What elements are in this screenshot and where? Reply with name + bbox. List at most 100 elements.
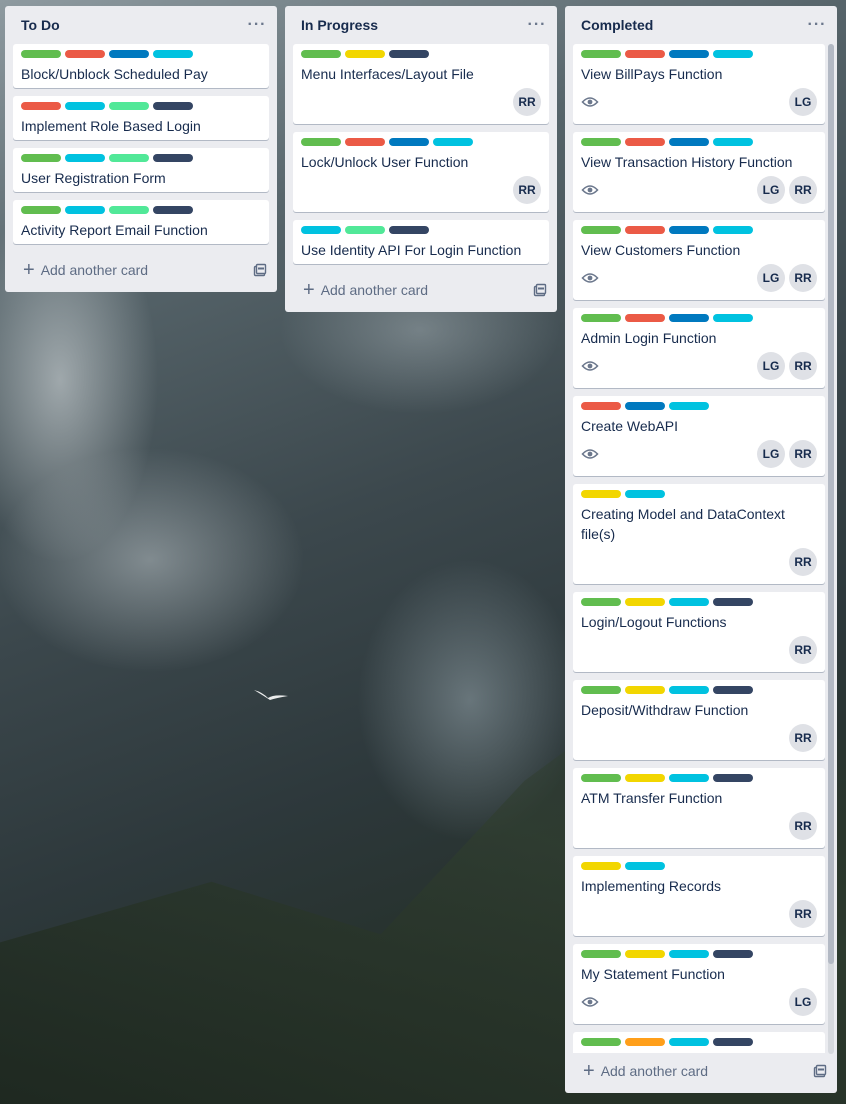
card-label-blue[interactable] <box>389 138 429 146</box>
card-label-sky[interactable] <box>433 138 473 146</box>
card-label-sky[interactable] <box>625 490 665 498</box>
card-label-yellow[interactable] <box>581 490 621 498</box>
card-label-navy[interactable] <box>713 1038 753 1046</box>
card-label-navy[interactable] <box>153 206 193 214</box>
card-template-icon[interactable] <box>533 283 547 297</box>
card-label-lime[interactable] <box>109 206 149 214</box>
card-label-green[interactable] <box>581 774 621 782</box>
card-label-sky[interactable] <box>713 50 753 58</box>
member-avatar[interactable]: RR <box>789 812 817 840</box>
card-label-green[interactable] <box>581 50 621 58</box>
card-label-yellow[interactable] <box>625 598 665 606</box>
card[interactable]: View BillPays Function LG <box>573 44 825 124</box>
card[interactable]: Create WebAPI LG RR <box>573 396 825 476</box>
card-label-green[interactable] <box>581 138 621 146</box>
card-label-sky[interactable] <box>301 226 341 234</box>
add-card-action[interactable]: + Add another card <box>303 280 428 300</box>
card-label-green[interactable] <box>301 138 341 146</box>
card-template-icon[interactable] <box>813 1064 827 1078</box>
card[interactable]: Lock/Unlock User Function RR <box>293 132 549 212</box>
member-avatar[interactable]: RR <box>789 548 817 576</box>
card-label-green[interactable] <box>581 226 621 234</box>
card[interactable]: Implement Role Based Login <box>13 96 269 140</box>
member-avatar[interactable]: RR <box>789 264 817 292</box>
member-avatar[interactable]: RR <box>513 176 541 204</box>
list-menu-button[interactable]: ··· <box>805 17 829 33</box>
add-card-button[interactable]: + Add another card <box>5 252 277 288</box>
card-label-blue[interactable] <box>669 50 709 58</box>
member-avatar[interactable]: LG <box>757 352 785 380</box>
card[interactable]: Admin Login Function LG RR <box>573 308 825 388</box>
member-avatar[interactable]: RR <box>789 176 817 204</box>
card-label-navy[interactable] <box>389 226 429 234</box>
card-label-sky[interactable] <box>669 402 709 410</box>
member-avatar[interactable]: LG <box>757 440 785 468</box>
card-label-red[interactable] <box>581 402 621 410</box>
card-label-red[interactable] <box>345 138 385 146</box>
card-label-green[interactable] <box>21 154 61 162</box>
card-label-navy[interactable] <box>713 950 753 958</box>
card-label-red[interactable] <box>65 50 105 58</box>
card-label-sky[interactable] <box>669 774 709 782</box>
member-avatar[interactable]: LG <box>789 88 817 116</box>
card[interactable]: Bill Pay FunctionRR <box>573 1032 825 1053</box>
card-label-yellow[interactable] <box>625 950 665 958</box>
card-label-sky[interactable] <box>713 314 753 322</box>
card-label-sky[interactable] <box>713 226 753 234</box>
card-label-blue[interactable] <box>669 138 709 146</box>
card[interactable]: Implementing Records RR <box>573 856 825 936</box>
card-label-green[interactable] <box>581 686 621 694</box>
list-title[interactable]: In Progress <box>301 17 378 33</box>
card-label-green[interactable] <box>21 50 61 58</box>
card-label-orange[interactable] <box>625 1038 665 1046</box>
card-label-navy[interactable] <box>713 686 753 694</box>
card-label-green[interactable] <box>301 50 341 58</box>
card-label-navy[interactable] <box>153 102 193 110</box>
list-title[interactable]: To Do <box>21 17 60 33</box>
list-scrollbar[interactable] <box>828 44 834 1054</box>
card-label-blue[interactable] <box>109 50 149 58</box>
card-label-sky[interactable] <box>625 862 665 870</box>
card-label-sky[interactable] <box>713 138 753 146</box>
card[interactable]: Menu Interfaces/Layout File RR <box>293 44 549 124</box>
card-label-sky[interactable] <box>65 102 105 110</box>
card[interactable]: Deposit/Withdraw Function RR <box>573 680 825 760</box>
card-label-sky[interactable] <box>65 154 105 162</box>
card-label-red[interactable] <box>21 102 61 110</box>
card[interactable]: Activity Report Email Function <box>13 200 269 244</box>
list-title[interactable]: Completed <box>581 17 653 33</box>
card-label-red[interactable] <box>625 226 665 234</box>
card[interactable]: Block/Unblock Scheduled Pay <box>13 44 269 88</box>
card-label-green[interactable] <box>581 598 621 606</box>
card-label-red[interactable] <box>625 138 665 146</box>
member-avatar[interactable]: RR <box>789 352 817 380</box>
card-label-yellow[interactable] <box>581 862 621 870</box>
card-label-navy[interactable] <box>153 154 193 162</box>
card-label-navy[interactable] <box>389 50 429 58</box>
card-label-sky[interactable] <box>669 950 709 958</box>
member-avatar[interactable]: RR <box>513 88 541 116</box>
member-avatar[interactable]: RR <box>789 724 817 752</box>
list-menu-button[interactable]: ··· <box>525 17 549 33</box>
card-template-icon[interactable] <box>253 263 267 277</box>
member-avatar[interactable]: RR <box>789 636 817 664</box>
member-avatar[interactable]: LG <box>789 988 817 1016</box>
card[interactable]: User Registration Form <box>13 148 269 192</box>
card-label-navy[interactable] <box>713 774 753 782</box>
card-label-lime[interactable] <box>109 154 149 162</box>
member-avatar[interactable]: RR <box>789 900 817 928</box>
add-card-button[interactable]: + Add another card <box>285 272 557 308</box>
add-card-action[interactable]: + Add another card <box>583 1061 708 1081</box>
member-avatar[interactable]: LG <box>757 264 785 292</box>
card-label-green[interactable] <box>581 1038 621 1046</box>
card-label-blue[interactable] <box>669 226 709 234</box>
card-label-sky[interactable] <box>669 1038 709 1046</box>
card[interactable]: Creating Model and DataContext file(s) RR <box>573 484 825 584</box>
card-label-blue[interactable] <box>625 402 665 410</box>
card[interactable]: ATM Transfer Function RR <box>573 768 825 848</box>
member-avatar[interactable]: RR <box>789 440 817 468</box>
card-label-navy[interactable] <box>713 598 753 606</box>
card[interactable]: View Transaction History Function LG RR <box>573 132 825 212</box>
card-label-green[interactable] <box>581 950 621 958</box>
card-label-sky[interactable] <box>153 50 193 58</box>
